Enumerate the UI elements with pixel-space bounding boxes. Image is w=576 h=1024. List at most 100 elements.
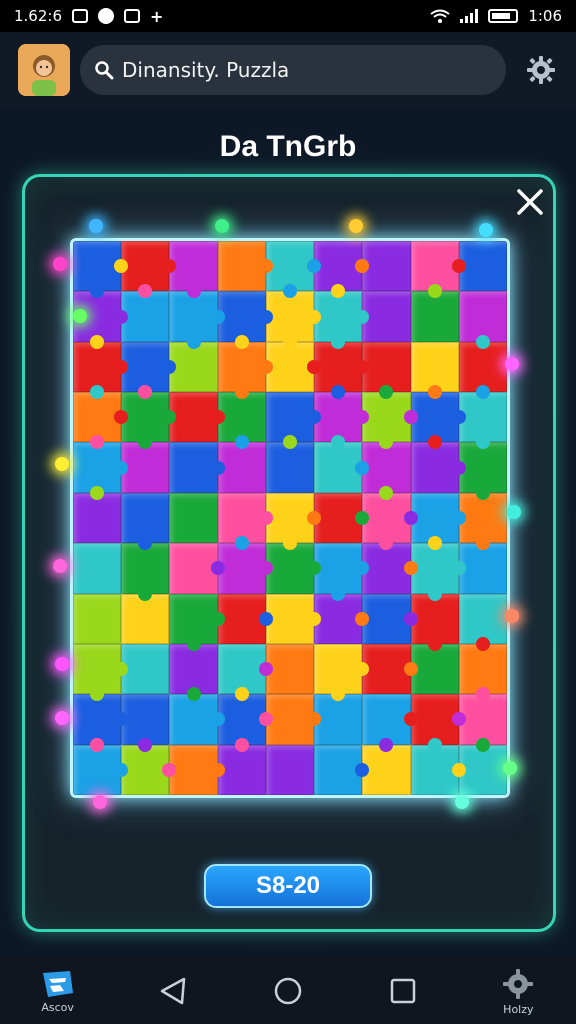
puzzle-piece[interactable] <box>73 392 129 450</box>
puzzle-piece[interactable] <box>362 643 418 695</box>
puzzle-piece[interactable] <box>217 643 273 702</box>
puzzle-piece[interactable] <box>169 744 225 795</box>
puzzle-piece[interactable] <box>217 492 273 551</box>
puzzle-piece[interactable] <box>265 694 322 745</box>
puzzle-piece[interactable] <box>314 392 370 450</box>
puzzle-piece[interactable] <box>217 543 273 594</box>
puzzle-piece[interactable] <box>314 492 370 544</box>
puzzle-piece[interactable] <box>314 643 370 702</box>
puzzle-piece[interactable] <box>121 643 170 695</box>
nav-settings-button[interactable]: Holzy <box>473 961 563 1021</box>
puzzle-piece[interactable] <box>410 241 466 299</box>
puzzle-piece[interactable] <box>265 241 322 299</box>
puzzle-board[interactable] <box>70 238 510 798</box>
home-button[interactable] <box>243 961 333 1021</box>
avatar[interactable] <box>18 44 70 96</box>
puzzle-piece[interactable] <box>410 593 459 651</box>
puzzle-piece[interactable] <box>169 241 218 299</box>
puzzle-piece[interactable] <box>410 543 466 601</box>
puzzle-piece[interactable] <box>410 643 459 695</box>
puzzle-piece[interactable] <box>458 694 507 752</box>
puzzle-piece[interactable] <box>410 291 459 342</box>
puzzle-piece[interactable] <box>265 744 315 795</box>
puzzle-piece[interactable] <box>362 392 418 450</box>
puzzle-piece[interactable] <box>410 442 466 493</box>
puzzle-piece[interactable] <box>217 291 273 349</box>
puzzle-piece[interactable] <box>314 341 370 400</box>
puzzle-piece[interactable] <box>410 694 466 752</box>
puzzle-piece[interactable] <box>362 492 418 551</box>
puzzle-piece[interactable] <box>121 694 170 752</box>
puzzle-piece[interactable] <box>410 341 459 400</box>
puzzle-piece[interactable] <box>169 341 218 393</box>
puzzle-piece[interactable] <box>73 593 122 644</box>
puzzle-piece[interactable] <box>217 593 273 644</box>
puzzle-piece[interactable] <box>217 341 273 400</box>
puzzle-piece[interactable] <box>362 543 418 594</box>
puzzle-piece[interactable] <box>458 341 507 400</box>
puzzle-piece[interactable] <box>362 744 411 795</box>
puzzle-piece[interactable] <box>169 392 225 443</box>
puzzle-piece[interactable] <box>314 291 370 349</box>
puzzle-piece[interactable] <box>121 392 177 450</box>
puzzle-piece[interactable] <box>314 593 370 644</box>
puzzle-piece[interactable] <box>314 744 370 795</box>
puzzle-piece[interactable] <box>362 241 411 292</box>
puzzle-piece[interactable] <box>458 543 507 594</box>
puzzle-piece[interactable] <box>265 593 322 644</box>
puzzle-piece[interactable] <box>73 744 129 795</box>
puzzle-piece[interactable] <box>121 543 170 601</box>
puzzle-piece[interactable] <box>314 241 370 299</box>
puzzle-piece[interactable] <box>362 291 411 342</box>
puzzle-piece[interactable] <box>217 241 273 292</box>
puzzle-piece[interactable] <box>73 643 129 702</box>
puzzle-piece[interactable] <box>73 543 122 594</box>
puzzle-piece[interactable] <box>458 643 507 702</box>
puzzle-piece[interactable] <box>121 241 177 299</box>
puzzle-piece[interactable] <box>265 341 322 393</box>
puzzle-piece[interactable] <box>265 442 315 493</box>
score-button[interactable]: S8-20 <box>204 864 372 908</box>
puzzle-piece[interactable] <box>362 442 411 500</box>
puzzle-piece[interactable] <box>169 643 218 702</box>
puzzle-piece[interactable] <box>458 442 507 500</box>
nav-home-button[interactable]: Ascov <box>13 961 103 1021</box>
puzzle-piece[interactable] <box>121 341 177 400</box>
puzzle-piece[interactable] <box>121 593 170 644</box>
back-button[interactable] <box>128 961 218 1021</box>
puzzle-piece[interactable] <box>169 442 225 493</box>
puzzle-piece[interactable] <box>169 593 225 651</box>
puzzle-piece[interactable] <box>314 694 363 745</box>
puzzle-piece[interactable] <box>314 543 370 601</box>
puzzle-piece[interactable] <box>217 694 273 752</box>
puzzle-piece[interactable] <box>169 492 218 544</box>
puzzle-piece[interactable] <box>458 392 507 450</box>
recents-button[interactable] <box>358 961 448 1021</box>
puzzle-piece[interactable] <box>121 744 177 795</box>
puzzle-piece[interactable] <box>217 744 266 795</box>
puzzle-piece[interactable] <box>362 694 418 752</box>
puzzle-piece[interactable] <box>169 543 225 594</box>
puzzle-piece[interactable] <box>410 392 466 450</box>
puzzle-piece[interactable] <box>265 543 322 594</box>
settings-button[interactable] <box>524 53 558 87</box>
puzzle-piece[interactable] <box>458 744 507 795</box>
puzzle-piece[interactable] <box>410 744 466 795</box>
puzzle-piece[interactable] <box>73 442 129 500</box>
puzzle-piece[interactable] <box>314 442 370 493</box>
puzzle-piece[interactable] <box>458 593 507 651</box>
puzzle-piece[interactable] <box>73 241 129 299</box>
puzzle-piece[interactable] <box>217 392 266 450</box>
puzzle-piece[interactable] <box>265 291 322 349</box>
puzzle-piece[interactable] <box>121 442 170 493</box>
close-button[interactable] <box>510 182 550 222</box>
puzzle-piece[interactable] <box>362 341 411 400</box>
puzzle-piece[interactable] <box>265 392 322 450</box>
puzzle-piece[interactable] <box>458 291 507 349</box>
puzzle-piece[interactable] <box>362 593 418 644</box>
puzzle-piece[interactable] <box>265 492 322 551</box>
search-bar[interactable]: Dinansity. Puzzla <box>80 45 506 95</box>
puzzle-piece[interactable] <box>265 643 315 695</box>
puzzle-piece[interactable] <box>217 442 266 493</box>
puzzle-piece[interactable] <box>73 341 129 400</box>
